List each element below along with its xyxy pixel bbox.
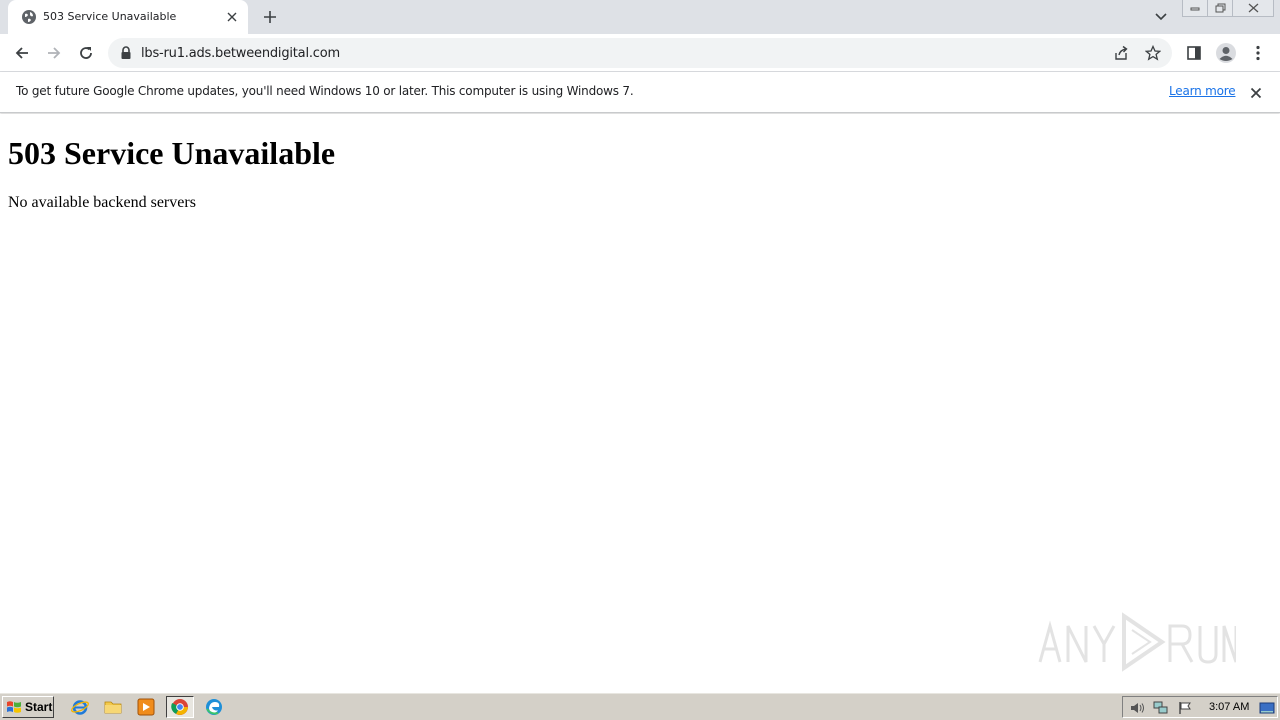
file-explorer-icon[interactable]: [99, 696, 127, 718]
window-controls: [1182, 0, 1274, 18]
address-bar[interactable]: lbs-ru1.ads.betweendigital.com: [108, 38, 1172, 68]
side-panel-icon[interactable]: [1182, 41, 1206, 65]
start-button[interactable]: Start: [2, 696, 54, 718]
clock[interactable]: 3:07 AM: [1209, 701, 1249, 713]
minimize-icon[interactable]: [1182, 0, 1208, 17]
url-text[interactable]: lbs-ru1.ads.betweendigital.com: [141, 46, 340, 61]
tab-title: 503 Service Unavailable: [43, 10, 177, 23]
reload-icon[interactable]: [74, 41, 98, 65]
globe-icon: [21, 9, 37, 25]
media-player-icon[interactable]: [132, 696, 160, 718]
tab-strip: 503 Service Unavailable: [0, 0, 1280, 34]
system-tray: 3:07 AM: [1122, 696, 1278, 718]
close-window-icon[interactable]: [1232, 0, 1274, 17]
show-desktop-icon[interactable]: [1259, 700, 1275, 716]
page-message: No available backend servers: [8, 194, 196, 211]
new-tab-icon[interactable]: [260, 7, 280, 27]
action-center-flag-icon[interactable]: [1177, 700, 1193, 716]
menu-icon[interactable]: [1246, 41, 1270, 65]
bookmark-star-icon[interactable]: [1144, 44, 1162, 62]
volume-icon[interactable]: [1129, 700, 1145, 716]
share-icon[interactable]: [1112, 44, 1130, 62]
profile-icon[interactable]: [1214, 41, 1238, 65]
infobar-message: To get future Google Chrome updates, you…: [16, 84, 634, 98]
back-icon[interactable]: [10, 41, 34, 65]
windows-logo-icon: [7, 701, 21, 713]
start-label: Start: [25, 700, 53, 714]
forward-icon[interactable]: [42, 41, 66, 65]
tab-close-icon[interactable]: [224, 9, 240, 25]
lock-icon[interactable]: [120, 46, 132, 60]
page-heading: 503 Service Unavailable: [8, 135, 336, 171]
browser-tab[interactable]: 503 Service Unavailable: [8, 0, 248, 34]
restore-icon[interactable]: [1207, 0, 1233, 17]
anyrun-watermark-logo: [1038, 612, 1236, 672]
edge-icon[interactable]: [200, 696, 228, 718]
tab-search-chevron-icon[interactable]: [1151, 7, 1171, 27]
internet-explorer-icon[interactable]: [66, 696, 94, 718]
browser-toolbar: lbs-ru1.ads.betweendigital.com: [0, 34, 1280, 72]
learn-more-link[interactable]: Learn more: [1169, 84, 1236, 98]
network-icon[interactable]: [1153, 700, 1169, 716]
chrome-icon[interactable]: [166, 696, 194, 718]
update-infobar: To get future Google Chrome updates, you…: [0, 72, 1280, 113]
windows-taskbar: Start 3:07 AM: [0, 692, 1280, 720]
infobar-close-icon[interactable]: [1247, 84, 1265, 102]
